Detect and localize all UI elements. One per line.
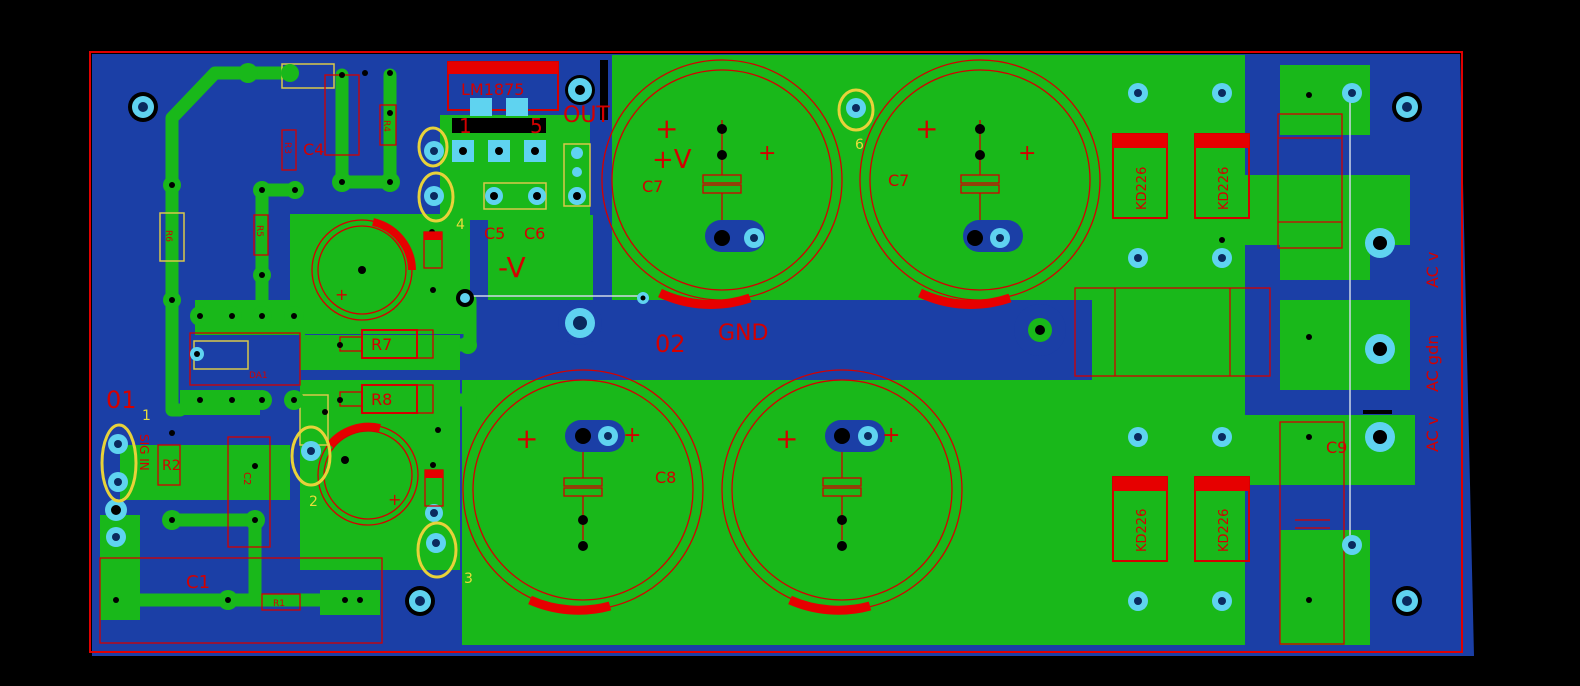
c1-label: C1: [186, 572, 210, 593]
gnd-label: GND: [718, 321, 768, 346]
pad: [1128, 83, 1148, 103]
pad: [1212, 427, 1232, 447]
r7-label: R7: [371, 335, 392, 354]
pad: [637, 292, 649, 304]
pad: [105, 499, 127, 521]
pad: [1028, 318, 1052, 342]
pad: [190, 347, 204, 361]
c8-right-plus-mark: +: [882, 423, 900, 448]
c4-label: C4: [303, 140, 324, 159]
d4-label: KD226: [1217, 509, 1232, 552]
capacitor-small-upper-plus: +: [335, 285, 348, 304]
o1-label: 01: [106, 386, 137, 414]
ic-label: LM1875: [461, 80, 524, 99]
pad: [1365, 228, 1395, 258]
c5-label: C5: [484, 224, 505, 243]
pad: [846, 98, 866, 118]
r3-label: R3: [282, 142, 292, 154]
pad: [1365, 422, 1395, 452]
pad: [1212, 83, 1232, 103]
pin1-label: 1: [459, 114, 472, 138]
da1-label: DA1: [249, 371, 268, 381]
marker-4-label: 4: [456, 217, 465, 233]
r1-label: R1: [273, 599, 285, 609]
d2-label: KD226: [1217, 167, 1232, 210]
r4-label: R4: [381, 120, 391, 132]
pad: [301, 441, 321, 461]
pcb-layout-canvas: + + + + + + + + + + LM1875 1 5 OUT +V -V…: [0, 0, 1580, 686]
marker-6-label: 6: [855, 137, 864, 153]
c7-left-cross: +: [655, 112, 678, 145]
pad: [1342, 535, 1362, 555]
pad: [1212, 248, 1232, 268]
pad: [1365, 334, 1395, 364]
pad: [108, 472, 128, 492]
minus-v-label: -V: [498, 251, 526, 284]
pad: [426, 533, 446, 553]
mounting-hole-tr: [1392, 92, 1422, 122]
o2-label: 02: [655, 330, 686, 358]
c6-label: C6: [524, 224, 545, 243]
out-label: OUT: [563, 103, 610, 128]
c8-left-plus-mark: +: [623, 423, 641, 448]
pin5-label: 5: [530, 114, 543, 138]
sig-in-label: SIG IN: [137, 434, 151, 471]
c8-label: C8: [655, 468, 676, 487]
c8-left-cross: +: [515, 422, 538, 455]
ac-v-bottom-label: AC v: [1423, 416, 1442, 452]
pad: [424, 186, 444, 206]
c7-right-plus-mark: +: [1018, 141, 1036, 166]
pad: [456, 289, 474, 307]
c7-left-label: C7: [642, 177, 663, 196]
pad: [106, 527, 126, 547]
capacitor-small-lower-plus: +: [388, 490, 401, 509]
ac-gdn-label: AC gdn: [1423, 335, 1442, 392]
r6-label: R6: [163, 230, 173, 242]
c7-left-plus-mark: +: [758, 141, 776, 166]
pad: [1212, 591, 1232, 611]
mounting-hole-bl: [405, 586, 435, 616]
r8-label: R8: [371, 390, 392, 409]
pad: [565, 308, 595, 338]
ac-v-top-label: AC v: [1423, 252, 1442, 288]
r5-label: R5: [254, 225, 264, 237]
c9-label: C9: [1326, 438, 1347, 457]
d3-label: KD226: [1135, 509, 1150, 552]
d1-label: KD226: [1135, 167, 1150, 210]
pad: [1342, 83, 1362, 103]
pad: [108, 434, 128, 454]
pad: [1128, 248, 1148, 268]
r2-label: R2: [162, 458, 181, 474]
plus-v-label: +V: [652, 145, 692, 175]
pad: [425, 504, 443, 522]
c8-right-cross: +: [775, 422, 798, 455]
pad: [424, 141, 444, 161]
pad: [565, 75, 595, 105]
pad: [1128, 591, 1148, 611]
mounting-hole-tl: [128, 92, 158, 122]
marker-3-label: 3: [464, 571, 473, 587]
c7-right-label: C7: [888, 171, 909, 190]
c2-label: C2: [241, 472, 252, 485]
marker-2-label: 2: [309, 494, 318, 510]
marker-1-label: 1: [142, 408, 151, 424]
mounting-hole-br: [1392, 586, 1422, 616]
c7-right-cross: +: [915, 112, 938, 145]
pad: [1128, 427, 1148, 447]
